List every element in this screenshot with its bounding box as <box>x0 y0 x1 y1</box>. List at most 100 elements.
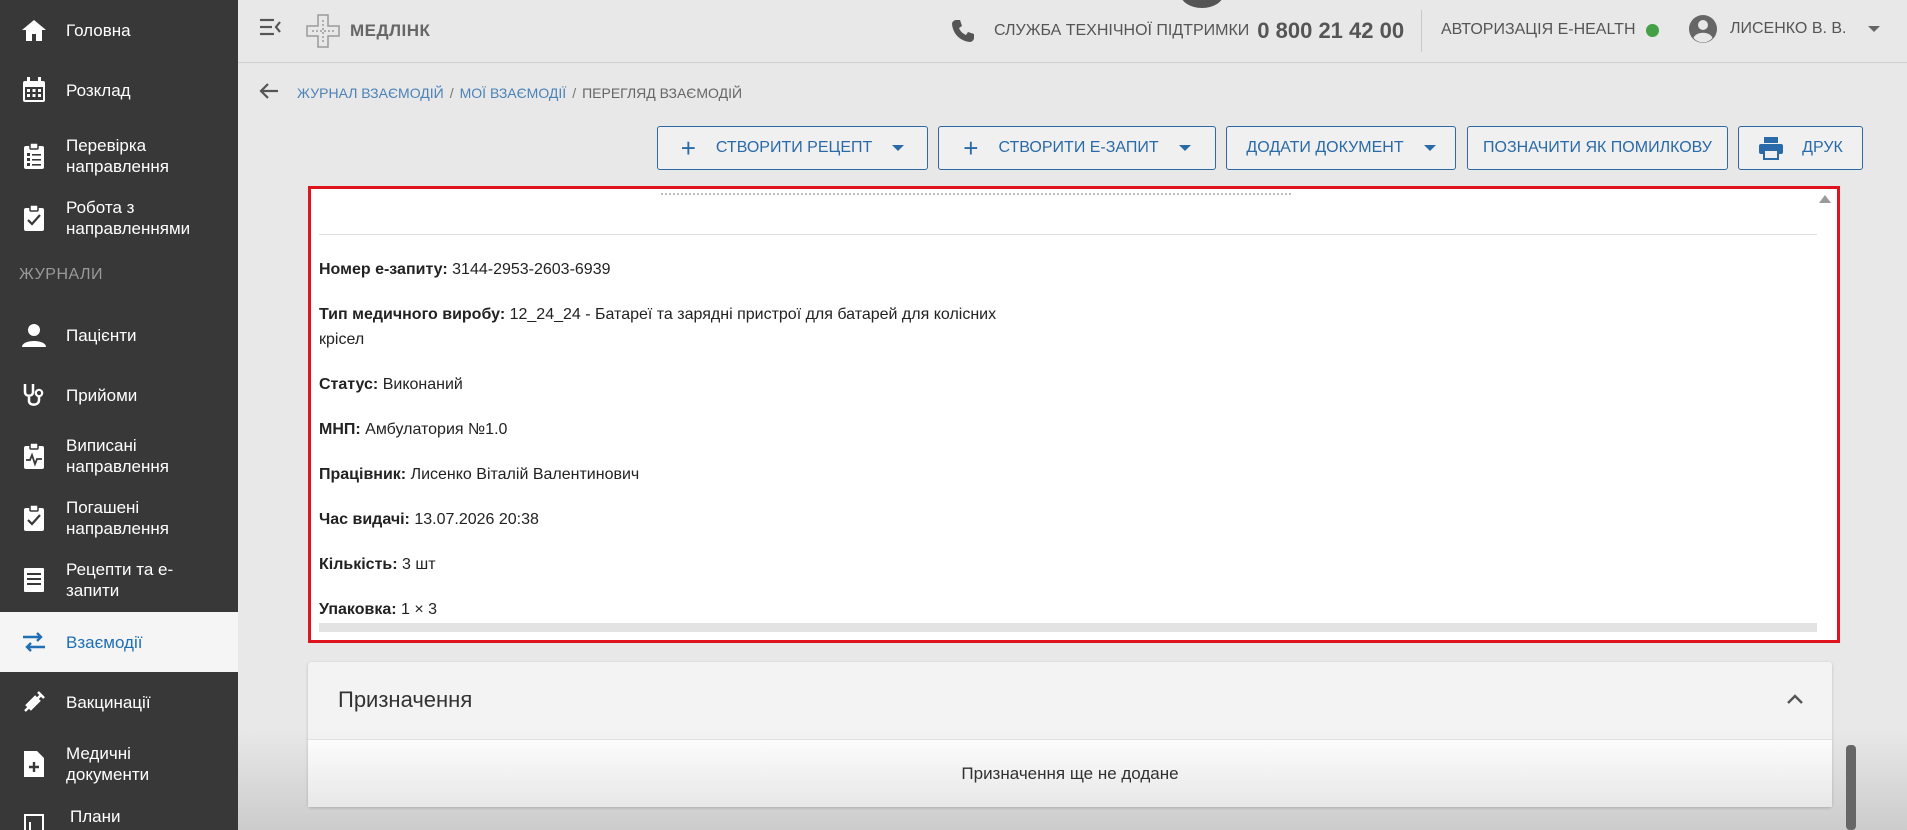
breadcrumb-link-my-interactions[interactable]: МОЇ ВЗАЄМОДІЇ <box>460 85 567 101</box>
request-number-value: 3144-2953-2603-6939 <box>452 261 611 278</box>
mnp-field: МНП: Амбулатория №1.0 <box>319 417 507 442</box>
divider <box>319 234 1817 235</box>
ehealth-status[interactable]: АВТОРИЗАЦІЯ E-HEALTH <box>1441 21 1659 39</box>
sidebar-item-label: Взаємодії <box>66 632 143 652</box>
clipboard-list-icon <box>20 142 48 170</box>
file-plus-icon <box>20 750 48 778</box>
sidebar-section-journals: ЖУРНАЛИ <box>19 266 104 283</box>
mnp-value: Амбулатория №1.0 <box>365 421 508 438</box>
plus-icon: + <box>680 133 696 163</box>
sidebar-item-home[interactable]: Головна <box>0 8 238 52</box>
print-label: ДРУК <box>1802 139 1843 156</box>
sidebar-item-label: Прийоми <box>66 385 138 405</box>
sidebar-item-label: Перевірка направлення <box>66 136 169 176</box>
device-type-value: 12_24_24 - Батареї та зарядні пристрої д… <box>509 306 997 323</box>
package-label: Упаковка: <box>319 601 397 618</box>
sidebar-item-label: Головна <box>66 20 131 40</box>
assignments-title: Призначення <box>338 687 473 712</box>
calendar-icon <box>20 76 48 104</box>
plus-icon: + <box>963 133 979 163</box>
add-document-button[interactable]: ДОДАТИ ДОКУМЕНТ <box>1226 126 1456 170</box>
ehealth-status-dot <box>1645 23 1659 37</box>
logo-text: МЕДЛІНК <box>350 21 431 40</box>
sidebar-item-medical-docs[interactable]: Медичні документи <box>0 736 238 792</box>
worker-label: Працівник: <box>319 466 407 483</box>
stethoscope-icon <box>20 381 48 409</box>
device-type-value-cont: крісел <box>319 331 365 348</box>
request-number-label: Номер е-запиту: <box>319 261 448 278</box>
status-value: Виконаний <box>382 376 463 393</box>
support-phone[interactable]: 0 800 21 42 00 <box>1257 18 1404 44</box>
ehealth-label: АВТОРИЗАЦІЯ E-HEALTH <box>1441 21 1636 38</box>
receipt-icon <box>20 566 48 594</box>
create-recipe-button[interactable]: + СТВОРИТИ РЕЦЕПТ <box>657 126 928 170</box>
swap-arrows-icon <box>20 628 48 656</box>
create-erequest-button[interactable]: + СТВОРИТИ Е-ЗАПИТ <box>938 126 1216 170</box>
sidebar-item-redeemed-referrals[interactable]: Погашені направлення <box>0 490 238 546</box>
sidebar-item-check-referral[interactable]: Перевірка направлення <box>0 128 238 184</box>
request-number-field: Номер е-запиту: 3144-2953-2603-6939 <box>319 257 611 282</box>
sidebar-item-label: Робота з направленнями <box>66 198 191 238</box>
top-decoration <box>1180 0 1224 8</box>
worker-value: Лисенко Віталій Валентинович <box>410 466 640 483</box>
breadcrumb-separator: / <box>572 85 577 101</box>
quantity-value: 3 шт <box>402 556 436 573</box>
mark-error-button[interactable]: ПОЗНАЧИТИ ЯК ПОМИЛКОВУ <box>1467 126 1728 170</box>
breadcrumb-link-journal[interactable]: ЖУРНАЛ ВЗАЄМОДІЙ <box>297 85 444 101</box>
sidebar-item-issued-referrals[interactable]: Виписані направлення <box>0 428 238 484</box>
page-scrollbar-thumb[interactable] <box>1846 745 1856 830</box>
back-arrow-icon[interactable] <box>258 80 280 107</box>
sidebar-item-label: Пацієнти <box>66 325 137 345</box>
logo[interactable]: МЕДЛІНК <box>304 12 430 50</box>
issue-time-field: Час видачі: 13.07.2026 20:38 <box>319 507 539 532</box>
worker-field: Працівник: Лисенко Віталій Валентинович <box>319 462 639 487</box>
sidebar-item-patients[interactable]: Пацієнти <box>0 313 238 357</box>
support-label: СЛУЖБА ТЕХНІЧНОЇ ПІДТРИМКИ <box>994 22 1250 39</box>
sidebar-item-interactions[interactable]: Взаємодії <box>0 612 238 672</box>
sidebar-item-appointments[interactable]: Прийоми <box>0 373 238 417</box>
plan-icon <box>20 810 48 830</box>
sidebar-item-plans[interactable]: Плани <box>0 800 238 830</box>
horizontal-scrollbar[interactable] <box>319 623 1817 632</box>
scroll-up-icon[interactable] <box>1819 195 1831 203</box>
syringe-icon <box>20 688 48 716</box>
sidebar-item-label: Рецепти та е-запити <box>66 560 174 600</box>
assignments-empty-text: Призначення ще не додане <box>961 764 1179 783</box>
chevron-down-icon[interactable] <box>1867 24 1881 34</box>
clipboard-pulse-icon <box>20 442 48 470</box>
interaction-details-panel[interactable]: Номер е-запиту: 3144-2953-2603-6939 Тип … <box>308 186 1840 643</box>
person-icon <box>20 321 48 349</box>
issue-time-label: Час видачі: <box>319 511 410 528</box>
sidebar-item-schedule[interactable]: Розклад <box>0 68 238 112</box>
clipboard-check-icon <box>20 204 48 232</box>
chevron-up-icon[interactable] <box>1786 692 1804 710</box>
add-document-label: ДОДАТИ ДОКУМЕНТ <box>1246 139 1404 156</box>
create-erequest-label: СТВОРИТИ Е-ЗАПИТ <box>998 139 1159 156</box>
caret-down-icon <box>892 145 905 151</box>
phone-icon <box>952 20 974 42</box>
home-icon <box>20 16 48 44</box>
user-menu[interactable]: ЛИСЕНКО В. В. <box>1688 14 1881 44</box>
sidebar-item-label: Виписані направлення <box>66 436 169 476</box>
sidebar-item-vaccinations[interactable]: Вакцинації <box>0 680 238 724</box>
mnp-label: МНП: <box>319 421 361 438</box>
clipped-text-remnant <box>661 189 1291 195</box>
collapse-menu-icon[interactable] <box>258 14 284 40</box>
support-block: СЛУЖБА ТЕХНІЧНОЇ ПІДТРИМКИ 0 800 21 42 0… <box>950 18 1404 44</box>
issue-time-value: 13.07.2026 20:38 <box>414 511 539 528</box>
caret-down-icon <box>1178 145 1191 151</box>
device-type-field: Тип медичного виробу: 12_24_24 - Батареї… <box>319 302 996 352</box>
sidebar-item-label: Погашені направлення <box>66 498 169 538</box>
mark-error-label: ПОЗНАЧИТИ ЯК ПОМИЛКОВУ <box>1483 139 1712 156</box>
top-bar: МЕДЛІНК СЛУЖБА ТЕХНІЧНОЇ ПІДТРИМКИ 0 800… <box>238 0 1907 63</box>
sidebar-item-referrals-work[interactable]: Робота з направленнями <box>0 190 238 246</box>
sidebar: Головна Розклад Перевірка направлення Ро… <box>0 0 238 830</box>
sidebar-item-prescriptions[interactable]: Рецепти та е-запити <box>0 552 238 608</box>
print-button[interactable]: ДРУК <box>1738 126 1863 170</box>
sidebar-item-label: Вакцинації <box>66 692 151 712</box>
user-name: ЛИСЕНКО В. В. <box>1730 20 1847 37</box>
breadcrumb-current: ПЕРЕГЛЯД ВЗАЄМОДІЙ <box>582 85 743 101</box>
caret-down-icon <box>1423 145 1436 151</box>
avatar <box>1689 15 1717 43</box>
printer-icon <box>1759 137 1784 160</box>
